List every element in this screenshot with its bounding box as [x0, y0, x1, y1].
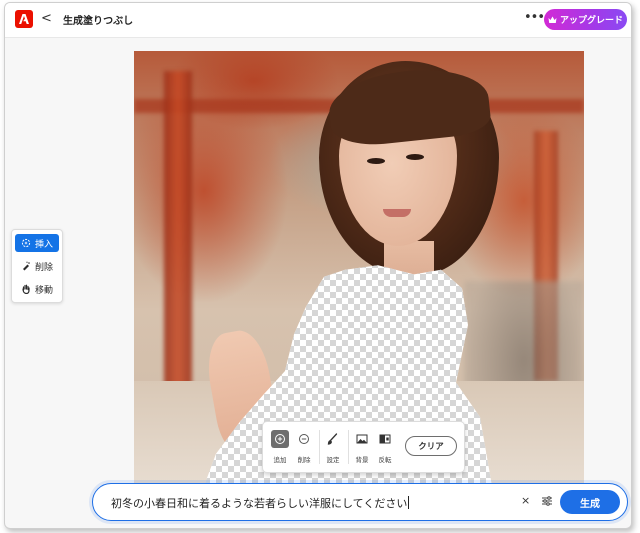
add-label: 追加 [273, 456, 287, 464]
invert-icon [376, 430, 394, 448]
clear-button[interactable]: クリア [405, 436, 457, 456]
generate-button[interactable]: 生成 [560, 490, 620, 514]
adobe-logo-icon[interactable] [15, 10, 33, 28]
photo-eye [406, 154, 424, 160]
prompt-bar: 初冬の小春日和に着るような若者らしい洋服にしてください × 生成 [92, 483, 628, 521]
background-button[interactable]: 背景 [351, 430, 373, 464]
invert-button[interactable]: 反転 [374, 430, 396, 464]
prompt-input[interactable]: 初冬の小春日和に着るような若者らしい洋服にしてください [111, 495, 410, 511]
photo-mouth [383, 209, 411, 217]
invert-label: 反転 [378, 456, 392, 464]
settings-label: 設定 [326, 456, 340, 464]
selection-toolbar: 追加 削除 設定 背景 反転 クリア [262, 421, 465, 473]
add-button[interactable]: 追加 [269, 430, 291, 464]
photo-shrine-pillar [164, 71, 192, 401]
clear-prompt-icon[interactable]: × [521, 494, 530, 507]
tool-panel: 挿入 削除 移動 [11, 229, 63, 303]
adjustments-icon[interactable] [540, 494, 554, 508]
tool-remove-label: 削除 [35, 262, 54, 273]
top-bar: < 生成塗りつぶし ••• アップグレード [5, 3, 631, 38]
crown-icon [548, 16, 557, 23]
text-caret [408, 496, 410, 509]
subtract-button[interactable]: 削除 [293, 430, 315, 464]
tool-move[interactable]: 移動 [15, 280, 59, 298]
brush-icon [324, 430, 342, 448]
subtract-circle-icon [295, 430, 313, 448]
more-options-icon[interactable]: ••• [524, 10, 545, 26]
tool-move-label: 移動 [35, 285, 54, 296]
add-circle-icon [271, 430, 289, 448]
tool-insert[interactable]: 挿入 [15, 234, 59, 252]
subtract-label: 削除 [297, 456, 311, 464]
image-icon [353, 430, 371, 448]
back-icon[interactable]: < [41, 10, 52, 28]
insert-sparkle-icon [21, 238, 31, 248]
photo-eye [367, 158, 385, 164]
hand-pan-icon [22, 284, 30, 294]
page-title: 生成塗りつぶし [63, 16, 134, 27]
settings-button[interactable]: 設定 [322, 430, 344, 464]
upgrade-button[interactable]: アップグレード [544, 9, 627, 30]
divider [348, 430, 349, 464]
app-window: < 生成塗りつぶし ••• アップグレード 挿入 削除 移動 追加 削除 設定 … [4, 2, 632, 529]
image-canvas[interactable] [134, 51, 584, 483]
tool-remove[interactable]: 削除 [15, 257, 59, 275]
remove-brush-icon [23, 261, 30, 271]
tool-insert-label: 挿入 [35, 239, 54, 250]
divider [319, 430, 320, 464]
prompt-value: 初冬の小春日和に着るような若者らしい洋服にしてください [111, 497, 408, 510]
background-label: 背景 [355, 456, 369, 464]
upgrade-label: アップグレード [559, 16, 623, 26]
